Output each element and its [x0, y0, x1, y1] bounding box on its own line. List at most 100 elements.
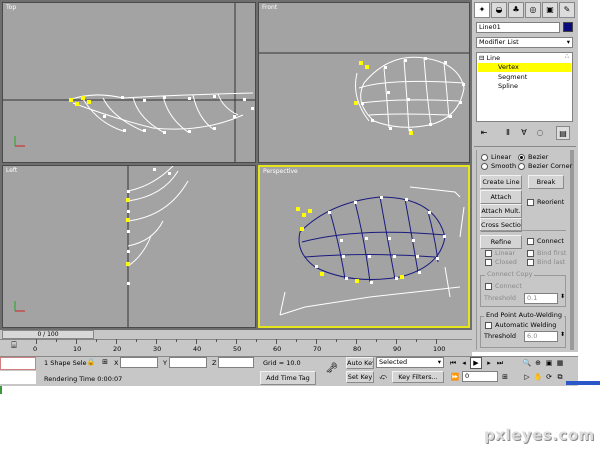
configure-sets-icon[interactable]: ▤	[556, 126, 570, 140]
timeline-tick-mark	[56, 339, 57, 342]
maxscript-listener-bottom[interactable]	[0, 371, 36, 384]
zoom-extents-icon[interactable]: ▣	[544, 357, 554, 369]
minus-icon[interactable]: ⊟	[479, 54, 484, 62]
attach-mult-button[interactable]: Attach Mult.	[480, 204, 522, 218]
connect-checkbox[interactable]	[527, 238, 534, 245]
timeline-tick-mark	[316, 339, 317, 344]
transform-mode-icon[interactable]: ⊞	[100, 356, 110, 368]
maxscript-listener[interactable]	[0, 357, 36, 370]
viewport-top[interactable]: Top	[2, 2, 256, 163]
zoom-icon[interactable]: 🔍	[522, 357, 532, 369]
closed-checkbox[interactable]	[485, 259, 492, 266]
maximize-viewport-icon[interactable]: ⧉	[555, 371, 565, 383]
viewport-front[interactable]: Front	[258, 2, 470, 163]
timeline-tick-mark	[196, 339, 197, 344]
object-color-swatch[interactable]	[563, 22, 573, 32]
x-label: X	[114, 359, 119, 367]
selected-dropdown[interactable]: Selected ▾	[376, 357, 444, 368]
mini-curve-editor-icon[interactable]: ⌸	[6, 339, 22, 355]
default-tangent-icon[interactable]: ⤽	[377, 370, 389, 384]
threshold-field-2[interactable]: 6.0	[524, 331, 558, 342]
closed-label: Closed	[495, 258, 517, 266]
lock-icon[interactable]: 🔒	[86, 356, 96, 368]
show-end-result-icon[interactable]: Ⅱ	[502, 126, 514, 140]
motion-tab-icon[interactable]: ◎	[525, 2, 541, 18]
go-to-start-icon[interactable]: ⏮	[448, 357, 458, 369]
object-name-field[interactable]: Line01	[476, 22, 560, 33]
radio-smooth[interactable]	[481, 163, 488, 170]
previous-frame-icon[interactable]: ◂	[459, 357, 469, 369]
chevron-down-icon: ▾	[566, 38, 570, 46]
linear-checkbox[interactable]	[485, 250, 492, 257]
radio-smooth-label: Smooth	[491, 162, 517, 170]
remove-modifier-icon[interactable]: ◌	[534, 126, 546, 140]
timeline-tick-label: 100	[433, 345, 446, 353]
timeline-tick-mark	[216, 339, 217, 342]
utilities-tab-icon[interactable]: ✎	[559, 2, 575, 18]
auto-key-button[interactable]: Auto Key	[346, 357, 374, 369]
zoom-all-icon[interactable]: ⊕	[533, 357, 543, 369]
stack-item-line[interactable]: ⊟ Line	[479, 54, 500, 62]
timeline-tick-label: 80	[353, 345, 362, 353]
hierarchy-tab-icon[interactable]: ♣	[508, 2, 524, 18]
add-time-tag-button[interactable]: Add Time Tag	[260, 371, 316, 385]
rendering-time: Rendering Time 0:00:07	[44, 375, 123, 383]
reorient-checkbox[interactable]	[527, 199, 534, 206]
viewport-left[interactable]: Left	[2, 165, 256, 328]
modifier-stack[interactable]: ⊟ Line Vertex Segment Spline ∴	[476, 52, 573, 122]
attach-button[interactable]: Attach	[480, 190, 522, 204]
bind-last-checkbox[interactable]	[527, 259, 534, 266]
automatic-welding-checkbox[interactable]	[485, 322, 492, 329]
stack-item-spline[interactable]: Spline	[498, 82, 518, 90]
time-slider-handle[interactable]: 0 / 100	[2, 330, 94, 339]
key-filters-button[interactable]: Key Filters...	[392, 371, 444, 383]
zoom-extents-all-icon[interactable]: ▦	[555, 357, 565, 369]
create-tab-icon[interactable]: ✦	[474, 2, 490, 18]
threshold-label-1: Threshold	[484, 294, 517, 302]
play-icon[interactable]: ▶	[470, 357, 482, 369]
current-frame-field[interactable]: 0	[462, 371, 498, 382]
frame-counter: 0 / 100	[37, 331, 59, 338]
z-coordinate-field[interactable]	[218, 357, 254, 368]
next-frame-icon[interactable]: ▸	[484, 357, 494, 369]
key-mode-icon[interactable]: ⏩	[450, 371, 460, 383]
timeline-tick-mark	[296, 339, 297, 342]
radio-bezier-corner[interactable]	[518, 163, 525, 170]
key-icon[interactable]: 🗝	[320, 362, 344, 376]
y-coordinate-field[interactable]	[169, 357, 207, 368]
connect-copy-checkbox[interactable]	[485, 283, 492, 290]
pin-stack-icon[interactable]: ⇤	[478, 126, 490, 140]
break-button[interactable]: Break	[528, 175, 564, 189]
threshold-field-1[interactable]: 0.1	[524, 293, 558, 304]
radio-bezier[interactable]	[518, 154, 525, 161]
viewport-perspective-canvas	[279, 186, 465, 316]
rollout-divider-2	[480, 230, 566, 231]
modify-tab-icon[interactable]: ◒	[491, 2, 507, 18]
connect-copy-title: Connect Copy	[485, 270, 535, 278]
stack-item-segment[interactable]: Segment	[498, 73, 527, 81]
refine-button[interactable]: Refine	[480, 235, 522, 249]
go-to-end-icon[interactable]: ⏭	[495, 357, 505, 369]
radio-linear[interactable]	[481, 154, 488, 161]
spinner-icon[interactable]: ⬍	[560, 293, 565, 300]
arc-rotate-icon[interactable]: ⟳	[544, 371, 554, 383]
set-key-button[interactable]: Set Key	[346, 371, 374, 383]
display-tab-icon[interactable]: ▣	[542, 2, 558, 18]
bind-first-checkbox[interactable]	[527, 250, 534, 257]
x-coordinate-field[interactable]	[120, 357, 158, 368]
selected-dropdown-value: Selected	[379, 358, 408, 366]
threshold-label-2: Threshold	[484, 332, 517, 340]
time-config-icon[interactable]: ⊞	[500, 371, 510, 383]
viewport-perspective[interactable]: Perspective	[258, 165, 470, 328]
pan-icon[interactable]: ✋	[533, 371, 543, 383]
rollout-scrollbar[interactable]	[570, 150, 574, 350]
spinner-icon-2[interactable]: ⬍	[560, 331, 565, 338]
make-unique-icon[interactable]: ∀	[518, 126, 530, 140]
rollout-divider	[474, 146, 576, 147]
modifier-list-dropdown[interactable]: Modifier List ▾	[476, 37, 573, 48]
stack-item-vertex[interactable]: Vertex	[478, 63, 571, 72]
watermark: pxleyes.com	[484, 426, 595, 444]
bind-first-label: Bind first	[537, 249, 567, 257]
create-line-button[interactable]: Create Line	[480, 175, 522, 189]
field-of-view-icon[interactable]: ▷	[522, 371, 532, 383]
